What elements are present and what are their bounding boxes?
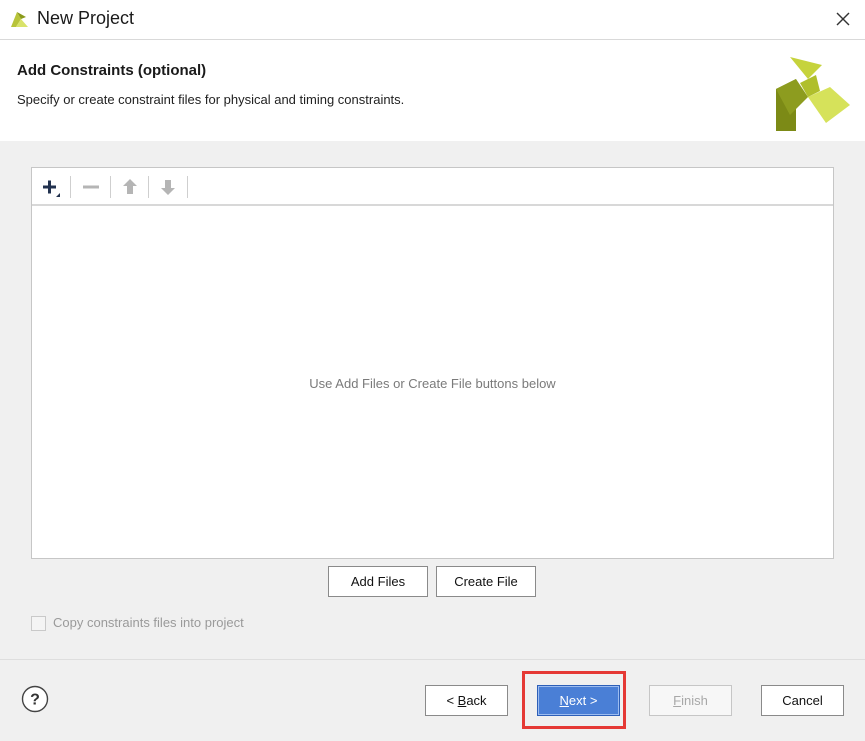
empty-list-message: Use Add Files or Create File buttons bel…: [309, 376, 556, 391]
next-mnemonic: N: [559, 693, 569, 708]
vivado-app-icon: [9, 9, 29, 29]
toolbar-separator: [148, 176, 149, 198]
finish-mnemonic: F: [673, 693, 682, 708]
title-bar: New Project: [0, 0, 865, 40]
cancel-button[interactable]: Cancel: [761, 685, 844, 716]
copy-constraints-label: Copy constraints files into project: [53, 615, 244, 630]
back-prefix: <: [446, 693, 458, 708]
move-up-icon[interactable]: [117, 174, 143, 200]
help-icon[interactable]: ?: [21, 685, 49, 713]
page-subtitle: Specify or create constraint files for p…: [17, 92, 405, 107]
wizard-header: Add Constraints (optional) Specify or cr…: [0, 41, 865, 141]
wizard-footer: ? < Back Next > Finish Cancel: [0, 659, 865, 741]
next-button[interactable]: Next >: [537, 685, 620, 716]
wizard-content: Use Add Files or Create File buttons bel…: [0, 141, 865, 659]
copy-constraints-checkbox[interactable]: [31, 616, 46, 631]
finish-label-rest: inish: [681, 693, 708, 708]
file-toolbar: [32, 168, 833, 206]
add-files-button[interactable]: Add Files: [328, 566, 428, 597]
toolbar-separator: [187, 176, 188, 198]
page-title: Add Constraints (optional): [17, 62, 207, 79]
add-icon[interactable]: [38, 174, 64, 200]
svg-text:?: ?: [30, 692, 40, 709]
xilinx-logo-icon: [770, 53, 854, 133]
move-down-icon[interactable]: [155, 174, 181, 200]
toolbar-separator: [110, 176, 111, 198]
remove-icon[interactable]: [78, 174, 104, 200]
close-icon[interactable]: [830, 6, 856, 32]
create-file-button[interactable]: Create File: [436, 566, 536, 597]
constraint-file-panel: Use Add Files or Create File buttons bel…: [31, 167, 834, 559]
finish-button[interactable]: Finish: [649, 685, 732, 716]
window-title: New Project: [37, 8, 135, 28]
toolbar-separator: [70, 176, 71, 198]
back-label-rest: ack: [466, 693, 487, 708]
back-button[interactable]: < Back: [425, 685, 508, 716]
next-label-rest: ext >: [568, 693, 598, 708]
